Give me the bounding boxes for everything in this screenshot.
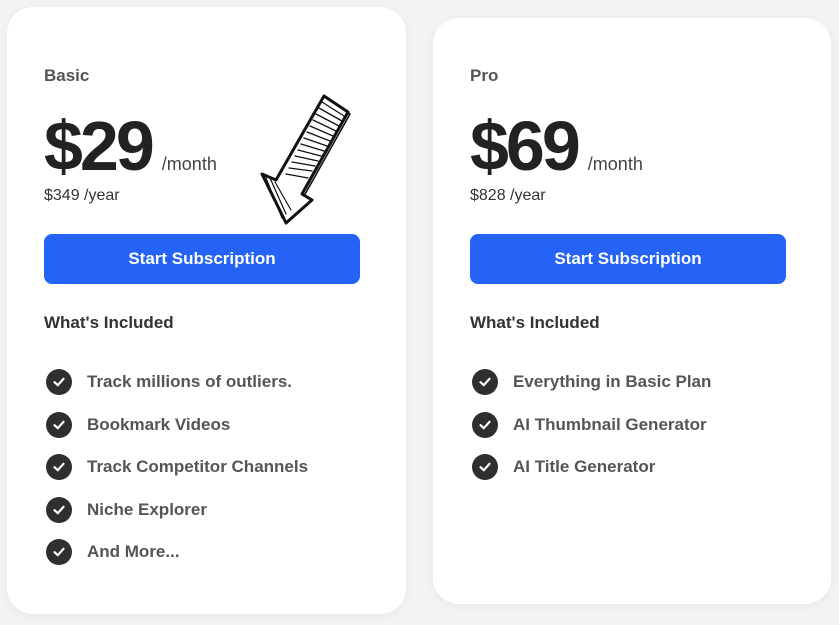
price-row: $29 /month: [44, 111, 217, 181]
price-period: /month: [587, 154, 643, 174]
included-heading: What's Included: [470, 313, 600, 332]
check-circle-icon: [46, 496, 72, 523]
monthly-price: $69: [470, 107, 581, 185]
hand-drawn-arrow-icon: [260, 94, 351, 225]
feature-list: Track millions of outliers. Bookmark Vid…: [46, 361, 308, 574]
check-circle-icon: [46, 369, 72, 396]
plan-name: Basic: [44, 66, 90, 85]
check-circle-icon: [472, 411, 498, 438]
plan-card-pro: Pro $69 /month $828 /year Start Subscrip…: [433, 18, 831, 604]
feature-item: And More...: [46, 531, 308, 574]
price-row: $69 /month: [470, 111, 643, 181]
yearly-price: $349 /year: [44, 187, 120, 204]
check-circle-icon: [46, 411, 72, 438]
check-circle-icon: [46, 454, 72, 481]
price-period: /month: [161, 154, 217, 174]
feature-label: AI Thumbnail Generator: [513, 414, 707, 434]
feature-item: AI Title Generator: [472, 446, 711, 489]
feature-label: Track millions of outliers.: [87, 372, 292, 392]
feature-list: Everything in Basic Plan AI Thumbnail Ge…: [472, 361, 711, 489]
feature-label: Bookmark Videos: [87, 414, 231, 434]
plan-name: Pro: [470, 66, 499, 85]
start-subscription-button[interactable]: Start Subscription: [44, 234, 360, 284]
yearly-price: $828 /year: [470, 187, 546, 204]
feature-label: Niche Explorer: [87, 499, 207, 519]
feature-item: Track Competitor Channels: [46, 446, 308, 489]
included-heading: What's Included: [44, 313, 174, 332]
feature-item: Track millions of outliers.: [46, 361, 308, 404]
feature-label: Track Competitor Channels: [87, 457, 309, 477]
feature-item: Everything in Basic Plan: [472, 361, 711, 404]
feature-item: Bookmark Videos: [46, 404, 308, 447]
feature-label: AI Title Generator: [513, 457, 656, 477]
feature-label: And More...: [87, 542, 180, 562]
start-subscription-button[interactable]: Start Subscription: [470, 234, 786, 284]
feature-label: Everything in Basic Plan: [513, 372, 712, 392]
feature-item: AI Thumbnail Generator: [472, 404, 711, 447]
feature-item: Niche Explorer: [46, 489, 308, 532]
monthly-price: $29: [44, 107, 155, 185]
check-circle-icon: [472, 369, 498, 396]
check-circle-icon: [46, 539, 72, 566]
check-circle-icon: [472, 454, 498, 481]
